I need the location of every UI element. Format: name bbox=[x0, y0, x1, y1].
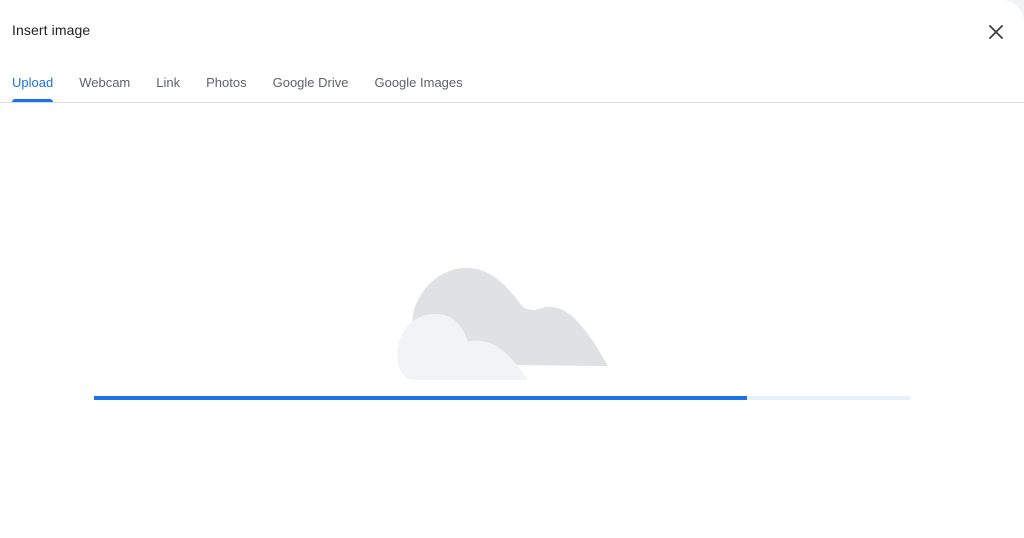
tab-google-images[interactable]: Google Images bbox=[374, 62, 462, 102]
tab-google-drive[interactable]: Google Drive bbox=[273, 62, 349, 102]
tab-upload[interactable]: Upload bbox=[12, 62, 54, 102]
tab-bar: Upload Webcam Link Photos Google Drive G… bbox=[0, 62, 1024, 102]
cloud-icon bbox=[397, 268, 608, 380]
tab-photos[interactable]: Photos bbox=[206, 62, 246, 102]
close-button[interactable] bbox=[984, 20, 1008, 44]
tab-link[interactable]: Link bbox=[156, 62, 180, 102]
upload-progress-bar bbox=[94, 396, 910, 400]
tab-divider bbox=[0, 102, 1024, 103]
insert-image-dialog: Insert image Upload Webcam Link Photos G… bbox=[0, 0, 1024, 538]
upload-progress-fill bbox=[94, 396, 747, 400]
tab-webcam[interactable]: Webcam bbox=[79, 62, 130, 102]
dialog-title: Insert image bbox=[12, 22, 91, 38]
close-icon bbox=[989, 25, 1003, 39]
